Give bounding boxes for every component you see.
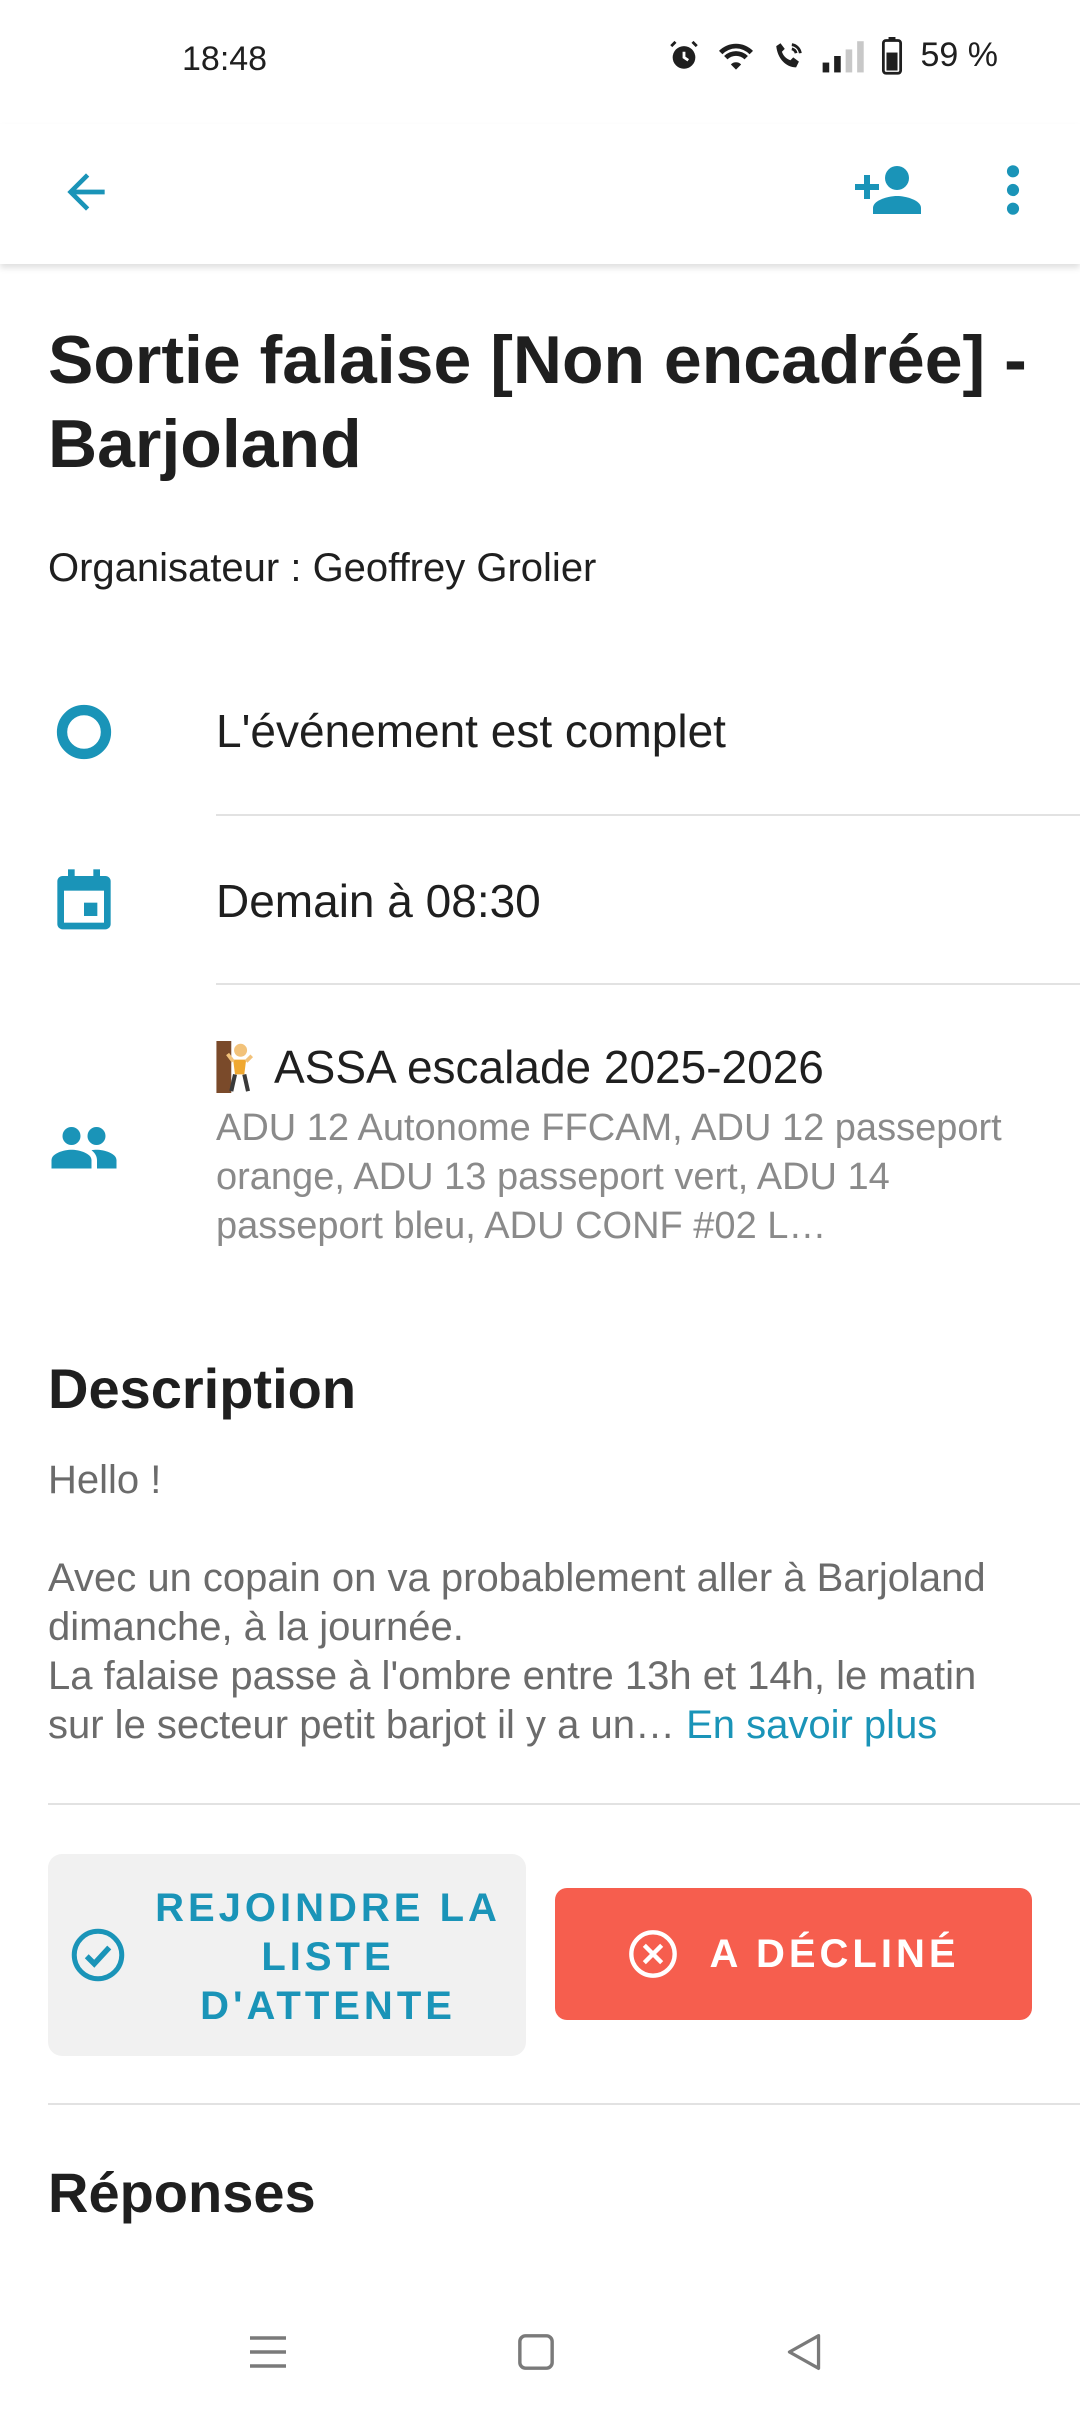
group-members: ADU 12 Autonome FFCAM, ADU 12 passeport … bbox=[216, 1107, 1002, 1247]
calendar-icon bbox=[52, 868, 116, 932]
read-more-link[interactable]: En savoir plus bbox=[686, 1703, 937, 1747]
wifi-icon bbox=[718, 43, 753, 70]
back-button[interactable] bbox=[50, 156, 122, 228]
check-circle-icon bbox=[71, 1928, 125, 1982]
description-text: Hello ! Avec un copain on va probablemen… bbox=[48, 1456, 1038, 1750]
event-title: Sortie falaise [Non encadrée] - Barjolan… bbox=[48, 322, 1027, 482]
group-title: ASSA escalade 2025-2026 bbox=[216, 1040, 824, 1094]
triangle-back-icon bbox=[787, 2334, 821, 2370]
signal-icon bbox=[822, 40, 864, 72]
system-nav-bar bbox=[0, 2290, 1080, 2412]
add-person-button[interactable] bbox=[848, 150, 928, 230]
cancel-circle-icon bbox=[629, 1930, 678, 1978]
square-icon bbox=[518, 2334, 554, 2370]
declined-button[interactable]: A DÉCLINÉ bbox=[555, 1888, 1032, 2020]
responses-heading: Réponses bbox=[48, 2161, 316, 2224]
join-waitlist-button[interactable]: REJOINDRE LA LISTE D'ATTENTE bbox=[48, 1854, 526, 2056]
status-time: 18:48 bbox=[182, 40, 268, 78]
status-circle-icon bbox=[52, 700, 116, 764]
alarm-icon bbox=[669, 40, 698, 69]
person-add-icon bbox=[855, 166, 921, 214]
group-icon bbox=[48, 1114, 120, 1178]
divider bbox=[48, 1803, 1080, 1805]
menu-lines-icon bbox=[250, 2336, 286, 2368]
status-icons: 59 % bbox=[667, 36, 999, 75]
declined-label: A DÉCLINÉ bbox=[709, 1931, 960, 1976]
group-name: ASSA escalade 2025-2026 bbox=[274, 1041, 824, 1093]
divider bbox=[216, 983, 1080, 985]
wifi-call-icon bbox=[775, 42, 802, 67]
divider bbox=[216, 814, 1080, 816]
app-bar bbox=[0, 124, 1080, 264]
description-line: Avec un copain on va probablement aller … bbox=[48, 1556, 986, 1649]
more-options-button[interactable] bbox=[978, 150, 1048, 230]
join-waitlist-label: REJOINDRE LA LISTE D'ATTENTE bbox=[155, 1886, 501, 2028]
recent-apps-button[interactable] bbox=[236, 2320, 300, 2384]
home-button[interactable] bbox=[504, 2320, 568, 2384]
description-greeting: Hello ! bbox=[48, 1458, 162, 1502]
more-vert-icon bbox=[1006, 165, 1020, 215]
climber-emoji-icon bbox=[216, 1041, 254, 1093]
event-organizer: Organisateur : Geoffrey Grolier bbox=[48, 546, 597, 590]
description-heading: Description bbox=[48, 1357, 357, 1420]
status-bar: 18:48 59 % bbox=[0, 0, 1080, 124]
back-nav-button[interactable] bbox=[772, 2320, 836, 2384]
event-status: L'événement est complet bbox=[216, 705, 726, 757]
event-date: Demain à 08:30 bbox=[216, 875, 541, 927]
battery-percent: 59 % bbox=[920, 36, 999, 74]
divider bbox=[48, 2103, 1080, 2105]
battery-icon bbox=[881, 36, 902, 75]
arrow-back-icon bbox=[67, 173, 105, 211]
